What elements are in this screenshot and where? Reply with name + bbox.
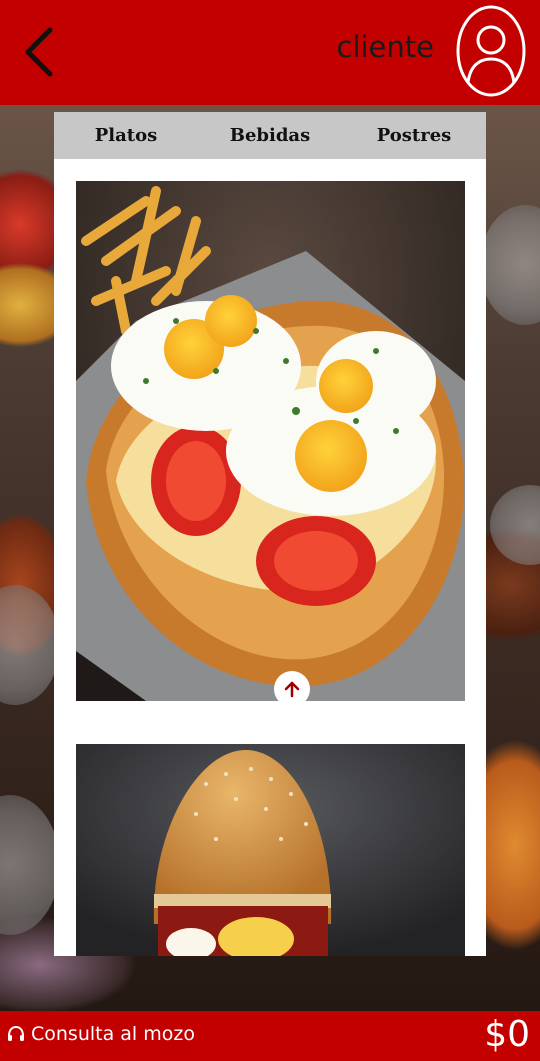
menu-item-card[interactable]	[76, 181, 465, 701]
username-label: cliente	[336, 30, 435, 64]
category-tabs: Platos Bebidas Postres	[54, 112, 486, 159]
order-total: $0	[484, 1014, 530, 1055]
avatar-button[interactable]	[456, 5, 526, 97]
call-waiter-button[interactable]: Consulta al mozo	[6, 1023, 195, 1045]
tab-bebidas[interactable]: Bebidas	[198, 112, 342, 159]
headset-icon	[8, 1025, 24, 1041]
burger-image	[76, 744, 465, 956]
tab-postres[interactable]: Postres	[342, 112, 486, 159]
app-header: cliente	[0, 0, 540, 105]
menu-item-card[interactable]	[76, 744, 465, 956]
back-button[interactable]	[20, 25, 60, 80]
tab-platos[interactable]: Platos	[54, 112, 198, 159]
chevron-left-icon	[25, 27, 53, 77]
arrow-up-icon	[284, 681, 300, 698]
user-icon	[456, 5, 526, 97]
call-waiter-label: Consulta al mozo	[31, 1023, 195, 1045]
menu-panel: Platos Bebidas Postres	[54, 112, 486, 956]
scroll-top-button[interactable]	[274, 671, 310, 701]
milanesa-image	[76, 181, 465, 701]
app-footer: Consulta al mozo $0	[0, 1011, 540, 1061]
